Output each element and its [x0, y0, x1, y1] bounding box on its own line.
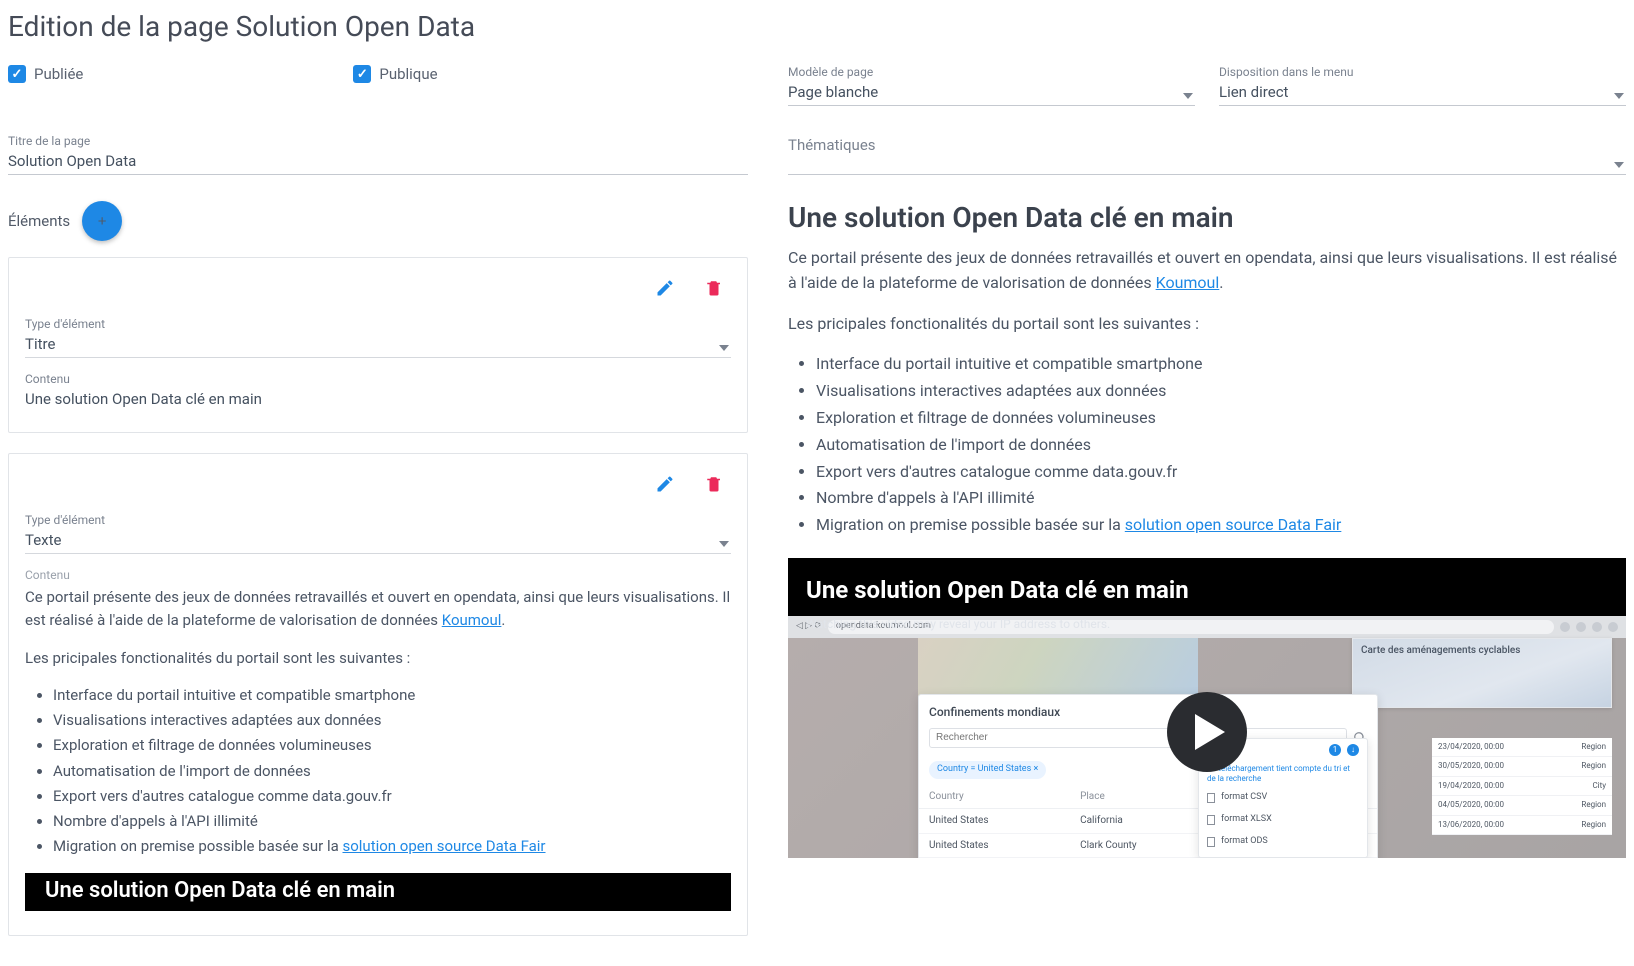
page-title-value: Solution Open Data [8, 150, 748, 172]
pencil-icon [655, 474, 675, 494]
list-item: Interface du portail intuitive et compat… [53, 684, 731, 707]
chevron-down-icon [719, 345, 729, 351]
content-label: Contenu [25, 372, 731, 386]
koumoul-link[interactable]: Koumoul [442, 611, 502, 629]
chevron-down-icon [1183, 93, 1193, 99]
published-label: Publiée [34, 65, 83, 83]
list-item: Exploration et filtrage de données volum… [816, 406, 1626, 431]
video-embed: Une solution Open Data clé en main Watch… [788, 558, 1626, 858]
video-title: Une solution Open Data clé en main [806, 572, 1608, 609]
map-title: Carte des aménagements cyclables [1361, 643, 1520, 659]
preview-text: . [501, 611, 505, 629]
plus-icon: + [98, 213, 107, 230]
list-item: Nombre d'appels à l'API illimité [816, 486, 1626, 511]
list-item: Automatisation de l'import de données [53, 760, 731, 783]
menu-layout-value: Lien direct [1219, 81, 1626, 103]
table-row: 19/04/2020, 00:00City [1432, 777, 1612, 796]
element-type-label: Type d'élément [25, 317, 731, 331]
list-item: Automatisation de l'import de données [816, 433, 1626, 458]
element-type-select[interactable]: Type d'élément Texte [25, 513, 731, 554]
data-fair-link[interactable]: solution open source Data Fair [1125, 515, 1342, 534]
add-element-button[interactable]: + [82, 201, 122, 241]
preview-heading: Une solution Open Data clé en main [788, 201, 1626, 234]
page-title-label: Titre de la page [8, 134, 748, 148]
chevron-down-icon [1614, 162, 1624, 168]
check-icon: ✓ [8, 65, 26, 83]
list-item: Nombre d'appels à l'API illimité [53, 810, 731, 833]
map-tile: Carte des aménagements cyclables [1352, 638, 1612, 708]
element-card: Type d'élément Titre Contenu Une solutio… [8, 257, 748, 433]
list-item: Interface du portail intuitive et compat… [816, 352, 1626, 377]
table-row: 23/04/2020, 00:00Region [1432, 738, 1612, 757]
video-title: Une solution Open Data clé en main [45, 874, 395, 908]
play-button[interactable] [1167, 692, 1247, 772]
download-format: format CSV [1199, 787, 1367, 809]
video-preview: Une solution Open Data clé en main [25, 873, 731, 911]
download-format: format XLSX [1199, 809, 1367, 831]
element-type-select[interactable]: Type d'élément Titre [25, 317, 731, 358]
side-table: 23/04/2020, 00:00Region30/05/2020, 00:00… [1432, 738, 1612, 835]
published-checkbox[interactable]: ✓ Publiée [8, 65, 83, 83]
edit-element-button[interactable] [651, 470, 679, 501]
delete-element-button[interactable] [701, 274, 727, 305]
page-title: Edition de la page Solution Open Data [8, 10, 1626, 43]
features-list: Interface du portail intuitive et compat… [25, 684, 731, 859]
download-icon: ↓ [1347, 744, 1359, 756]
table-row: 13/06/2020, 00:00Region [1432, 816, 1612, 835]
preview-text: Les pricipales fonctionalités du portail… [788, 312, 1626, 337]
page-model-value: Page blanche [788, 81, 1195, 103]
list-item: Migration on premise possible basée sur … [816, 513, 1626, 538]
list-item: Exploration et filtrage de données volum… [53, 734, 731, 757]
features-list: Interface du portail intuitive et compat… [788, 352, 1626, 538]
pencil-icon [655, 278, 675, 298]
list-item: Migration on premise possible basée sur … [53, 835, 731, 858]
edit-element-button[interactable] [651, 274, 679, 305]
koumoul-link[interactable]: Koumoul [1156, 273, 1220, 292]
elements-heading: Éléments [8, 212, 70, 230]
table-row: 30/05/2020, 00:00Region [1432, 757, 1612, 776]
col-header: Country [919, 785, 1070, 809]
download-format: format ODS [1199, 831, 1367, 853]
element-type-value: Texte [25, 529, 731, 551]
element-type-label: Type d'élément [25, 513, 731, 527]
video-privacy-notice: Watching this video may reveal your IP a… [806, 615, 1608, 634]
panel-title: Confinements mondiaux [919, 695, 1377, 728]
chevron-down-icon [1614, 93, 1624, 99]
element-card: Type d'élément Texte Contenu Ce portail … [8, 453, 748, 936]
text-content-preview[interactable]: Ce portail présente des jeux de données … [25, 586, 731, 911]
trash-icon [705, 278, 723, 298]
list-item: Export vers d'autres catalogue comme dat… [53, 785, 731, 808]
page-model-select[interactable]: Modèle de page Page blanche [788, 65, 1195, 106]
themes-select[interactable]: Thématiques [788, 134, 1626, 175]
table-row: 04/05/2020, 00:00Region [1432, 796, 1612, 815]
content-label: Contenu [25, 568, 731, 582]
public-checkbox[interactable]: ✓ Publique [353, 65, 437, 83]
preview-text: Les pricipales fonctionalités du portail… [25, 647, 731, 670]
filter-chip: Country = United States × [929, 761, 1046, 779]
public-label: Publique [379, 65, 437, 83]
menu-layout-label: Disposition dans le menu [1219, 65, 1626, 79]
themes-label: Thématiques [788, 134, 1626, 156]
page-title-field[interactable]: Titre de la page Solution Open Data [8, 134, 748, 175]
badge-icon: 1 [1329, 744, 1341, 756]
list-item: Visualisations interactives adaptées aux… [816, 379, 1626, 404]
list-item: Visualisations interactives adaptées aux… [53, 709, 731, 732]
list-item: Export vers d'autres catalogue comme dat… [816, 460, 1626, 485]
menu-layout-select[interactable]: Disposition dans le menu Lien direct [1219, 65, 1626, 106]
chevron-down-icon [719, 541, 729, 547]
data-fair-link[interactable]: solution open source Data Fair [342, 837, 545, 855]
trash-icon [705, 474, 723, 494]
page-model-label: Modèle de page [788, 65, 1195, 79]
element-type-value: Titre [25, 333, 731, 355]
check-icon: ✓ [353, 65, 371, 83]
content-value[interactable]: Une solution Open Data clé en main [25, 390, 731, 408]
delete-element-button[interactable] [701, 470, 727, 501]
preview-text: . [1219, 273, 1223, 292]
preview-text: Ce portail présente des jeux de données … [25, 588, 730, 629]
